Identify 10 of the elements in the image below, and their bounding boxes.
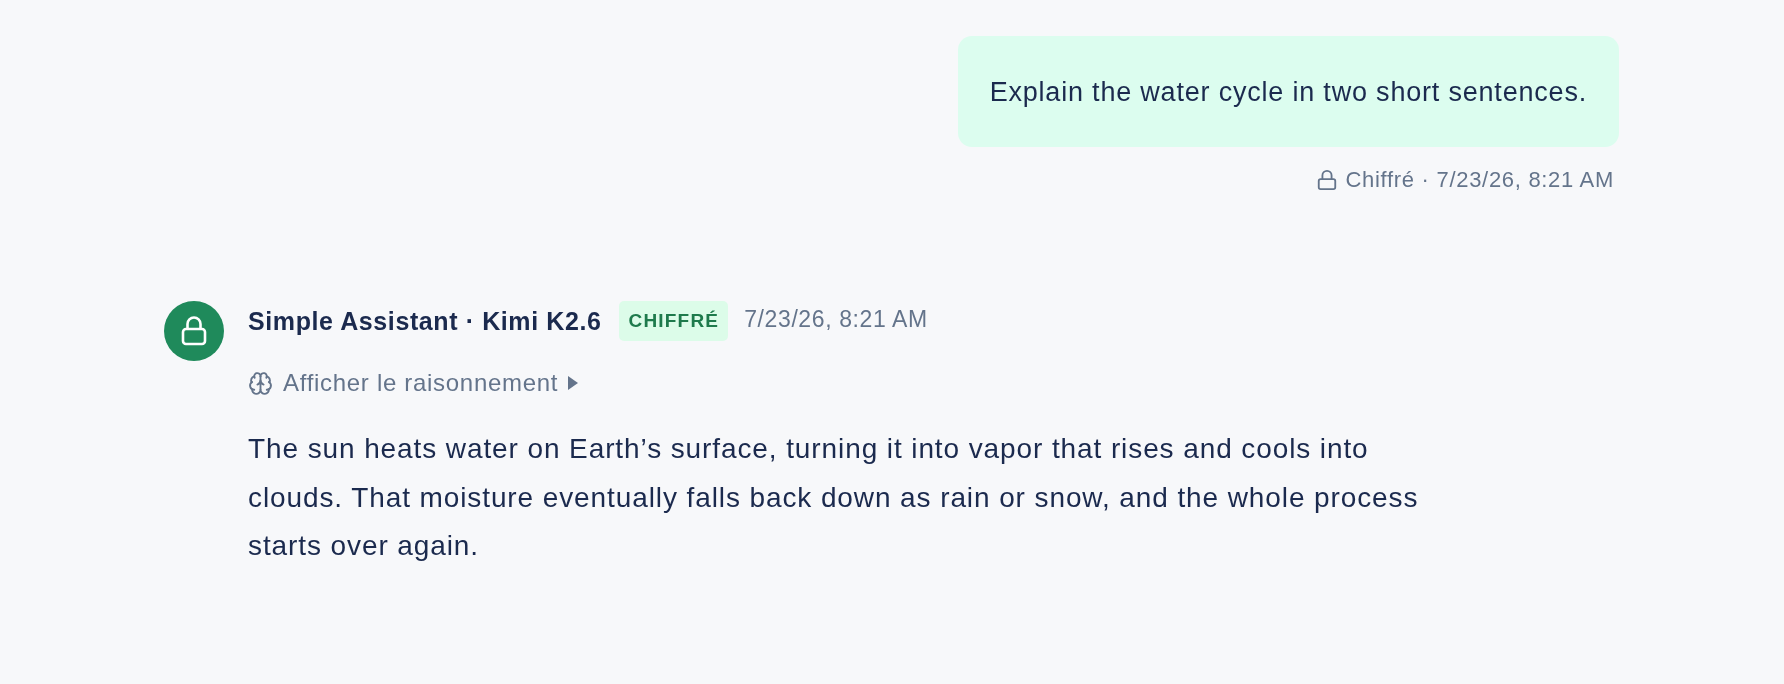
reasoning-toggle[interactable]: Afficher le raisonnement: [248, 368, 579, 398]
sender-name: Simple Assistant · Kimi K2.6: [248, 306, 602, 336]
status-badge: CHIFFRÉ: [619, 301, 729, 341]
brain-icon: [248, 370, 273, 396]
lock-avatar-icon: [164, 301, 224, 361]
lock-icon: [1315, 169, 1338, 191]
message-time: 7/23/26, 8:21 AM: [744, 305, 928, 333]
message-meta: Chiffré · 7/23/26, 8:21 AM: [1345, 167, 1614, 193]
assistant-message-text: The sun heats water on Earth’s surface, turning it into vapor that rises and cools into clouds. That moisture eventually falls back down as rain or snow, and the whole process starts over again.: [248, 432, 1420, 563]
user-message-bubble: Explain the water cycle in two short sentences.: [957, 36, 1619, 147]
